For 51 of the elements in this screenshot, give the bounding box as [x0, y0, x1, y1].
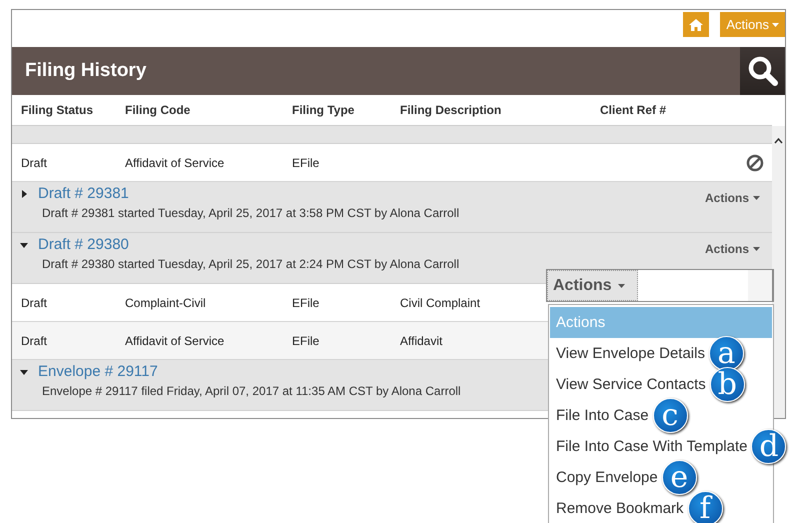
- actions-dropdown-button[interactable]: Actions: [547, 270, 638, 301]
- column-header: Filing Type: [292, 103, 356, 117]
- scroll-up-icon: [774, 138, 783, 144]
- collapse-icon[interactable]: [20, 368, 28, 376]
- column-header: Filing Description: [400, 103, 502, 117]
- caret-icon: [753, 196, 760, 200]
- caret-icon: [772, 22, 779, 26]
- table-cell-text: Complaint-Civil: [125, 296, 207, 310]
- combo-box-toggle[interactable]: [748, 270, 773, 301]
- row-actions-button[interactable]: Actions: [698, 190, 766, 206]
- table-cell-text: Affidavit of Service: [125, 156, 226, 170]
- table-cell-text: Civil Complaint: [400, 296, 482, 310]
- column-header: Client Ref #: [600, 103, 668, 117]
- letter-badge: a: [708, 336, 744, 371]
- table-cell-text: Draft: [21, 156, 48, 170]
- prohibited-icon[interactable]: [746, 154, 764, 172]
- actions-combo-box[interactable]: Actions: [546, 269, 774, 302]
- menu-item[interactable]: View Service Contacts: [550, 369, 706, 400]
- table-cell-text: Draft: [21, 334, 48, 348]
- menu-item[interactable]: File Into Case: [550, 400, 649, 431]
- search-icon: [748, 56, 778, 86]
- group-link[interactable]: Draft # 29381: [38, 185, 129, 202]
- expand-icon[interactable]: [20, 190, 28, 198]
- menu-item[interactable]: View Envelope Details: [550, 338, 705, 369]
- letter-badge: d: [751, 429, 786, 464]
- home-icon: [689, 18, 704, 30]
- letter-badge: c: [652, 398, 688, 433]
- table-cell-text: Affidavit of Service: [125, 334, 226, 348]
- menu-item[interactable]: File Into Case With Template: [550, 431, 748, 462]
- scrollbar[interactable]: [772, 126, 785, 418]
- letter-badge: b: [710, 367, 745, 402]
- search-button[interactable]: [740, 47, 785, 95]
- caret-icon: [753, 247, 760, 251]
- row-actions-button[interactable]: Actions: [698, 241, 766, 257]
- collapse-icon[interactable]: [20, 240, 28, 248]
- table-cell-text: Affidavit: [400, 334, 444, 348]
- page-title: Filing History: [25, 60, 146, 82]
- letter-badge: e: [662, 460, 697, 495]
- group-link[interactable]: Envelope # 29117: [38, 363, 158, 380]
- group-subtitle: Draft # 29380 started Tuesday, April 25, 2017 at 2:24 PM CST by Alona Carroll: [42, 257, 460, 271]
- table-cell-text: EFile: [292, 156, 320, 170]
- table-cell-text: EFile: [292, 296, 320, 310]
- column-header: Filing Code: [125, 103, 192, 117]
- letter-badge: f: [688, 491, 723, 523]
- table-cell-text: Draft: [21, 296, 48, 310]
- table-cell-text: EFile: [292, 334, 320, 348]
- group-subtitle: Draft # 29381 started Tuesday, April 25, 2017 at 3:58 PM CST by Alona Carroll: [42, 206, 460, 220]
- column-header: Filing Status: [21, 103, 94, 117]
- group-link[interactable]: Draft # 29380: [38, 236, 129, 253]
- menu-item[interactable]: Remove Bookmark: [550, 493, 684, 523]
- menu-item[interactable]: Copy Envelope: [550, 462, 658, 493]
